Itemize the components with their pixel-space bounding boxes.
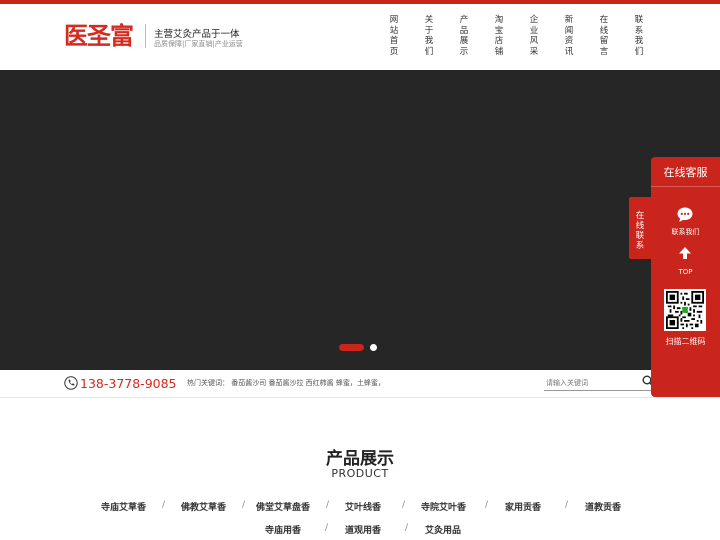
hero-banner[interactable]: [0, 70, 720, 370]
arrow-up-icon[interactable]: [678, 246, 692, 260]
section-title: 产品展示: [326, 449, 394, 469]
category-link[interactable]: 佛堂艾草盘香: [256, 500, 310, 513]
nav-item-news[interactable]: 新闻资讯: [563, 15, 575, 57]
category-separator: /: [325, 523, 329, 533]
category-separator: /: [565, 500, 569, 510]
slider-dot-active[interactable]: [339, 344, 364, 351]
category-link[interactable]: 艾叶线香: [345, 500, 381, 513]
nav-item-contact[interactable]: 联系我们: [633, 15, 645, 57]
category-link[interactable]: 道教贡香: [585, 500, 621, 513]
category-separator: /: [162, 500, 166, 510]
category-separator: /: [326, 500, 330, 510]
category-link[interactable]: 寺庙艾草香: [101, 500, 146, 513]
category-separator: /: [405, 523, 409, 533]
phone-icon: [64, 376, 78, 390]
logo-divider: [145, 24, 146, 48]
header-subslogan: 品质保障|厂家直销|产业运营: [154, 40, 243, 48]
category-link[interactable]: 艾灸用品: [425, 523, 461, 536]
qr-code-label: 扫描二维码: [665, 337, 706, 346]
nav-item-message[interactable]: 在线留言: [598, 15, 610, 57]
header-slogan: 主营艾灸产品于一体: [154, 29, 240, 40]
site-logo[interactable]: 医圣富: [64, 22, 136, 50]
nav-item-products[interactable]: 产品展示: [458, 15, 470, 57]
online-contact-tab-label: 在线联系: [635, 211, 645, 251]
nav-item-about[interactable]: 关于我们: [423, 15, 435, 57]
category-separator: /: [402, 500, 406, 510]
nav-item-home[interactable]: 网站首页: [388, 15, 400, 57]
category-link[interactable]: 家用贡香: [505, 500, 541, 513]
customer-service-panel: [651, 157, 720, 397]
category-link[interactable]: 道观用香: [345, 523, 381, 536]
panel-divider: [651, 186, 720, 187]
contact-us-link[interactable]: 联系我们: [651, 227, 720, 237]
slider-dot[interactable]: [370, 344, 377, 351]
nav-item-taobao[interactable]: 淘宝店铺: [493, 15, 505, 57]
section-subtitle: PRODUCT: [331, 467, 389, 480]
customer-service-title: 在线客服: [663, 166, 708, 179]
category-link[interactable]: 寺庙用香: [265, 523, 301, 536]
back-to-top-link[interactable]: TOP: [651, 268, 720, 276]
category-separator: /: [485, 500, 489, 510]
category-link[interactable]: 佛教艾草香: [181, 500, 226, 513]
online-contact-tab[interactable]: 在线联系: [629, 197, 651, 259]
category-link[interactable]: 寺院艾叶香: [421, 500, 466, 513]
qr-code: [664, 289, 706, 331]
search-input[interactable]: [544, 375, 652, 391]
hot-keywords: 热门关键词： 番茄酱沙司 番茄酱沙拉 西红柿酱 蜂蜜，土蜂蜜，: [187, 379, 385, 387]
category-separator: /: [242, 500, 246, 510]
chat-icon[interactable]: [676, 206, 694, 224]
phone-number: 138-3778-9085: [80, 376, 177, 391]
nav-item-company[interactable]: 企业风采: [528, 15, 540, 57]
